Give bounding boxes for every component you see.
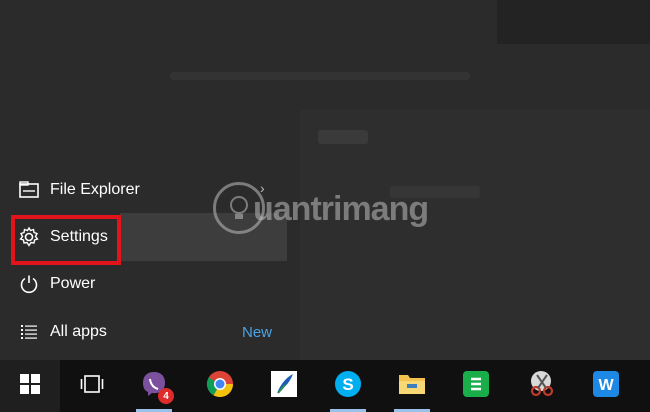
folder-icon <box>397 371 427 402</box>
background-window <box>497 0 650 44</box>
taskbar-app-snipping-tool[interactable] <box>516 360 568 412</box>
taskbar-app-wps-writer[interactable]: W <box>580 360 632 412</box>
watermark: uantrimang <box>213 182 443 240</box>
watermark-text: uantrimang <box>253 190 429 228</box>
taskbar-app-quill[interactable] <box>258 360 310 412</box>
start-menu: File Explorer › Settings Power All apps … <box>0 0 290 360</box>
taskbar-app-file-explorer[interactable] <box>386 360 438 412</box>
file-explorer-icon <box>18 179 40 201</box>
power-icon <box>18 273 40 295</box>
new-badge: New <box>241 323 272 341</box>
taskbar-app-skype[interactable]: S <box>322 360 374 412</box>
spreadsheet-icon <box>461 369 491 404</box>
menu-item-power[interactable]: Power <box>0 261 290 307</box>
taskbar-app-sheets[interactable] <box>450 360 502 412</box>
scissors-icon <box>527 369 557 404</box>
svg-text:S: S <box>342 375 353 394</box>
list-icon <box>18 321 40 343</box>
notification-badge: 4 <box>158 388 174 404</box>
windows-logo-icon <box>19 373 41 400</box>
taskbar-app-viber[interactable]: 4 <box>128 360 180 412</box>
writer-icon: W <box>591 369 621 404</box>
task-view-button[interactable] <box>66 360 118 412</box>
menu-item-label: Power <box>50 275 96 292</box>
taskbar: 4 S W <box>0 360 650 412</box>
annotation-highlight-box <box>11 215 121 265</box>
quill-icon <box>269 369 299 404</box>
background-chip <box>318 130 368 144</box>
skype-icon: S <box>333 369 363 404</box>
taskbar-app-chrome[interactable] <box>194 360 246 412</box>
menu-item-label: File Explorer <box>50 181 140 198</box>
svg-text:W: W <box>598 377 614 394</box>
menu-item-all-apps[interactable]: All apps New <box>0 309 290 355</box>
chrome-icon <box>205 369 235 404</box>
start-button[interactable] <box>0 360 60 412</box>
menu-item-label: All apps <box>50 323 107 340</box>
task-view-icon <box>80 374 104 399</box>
